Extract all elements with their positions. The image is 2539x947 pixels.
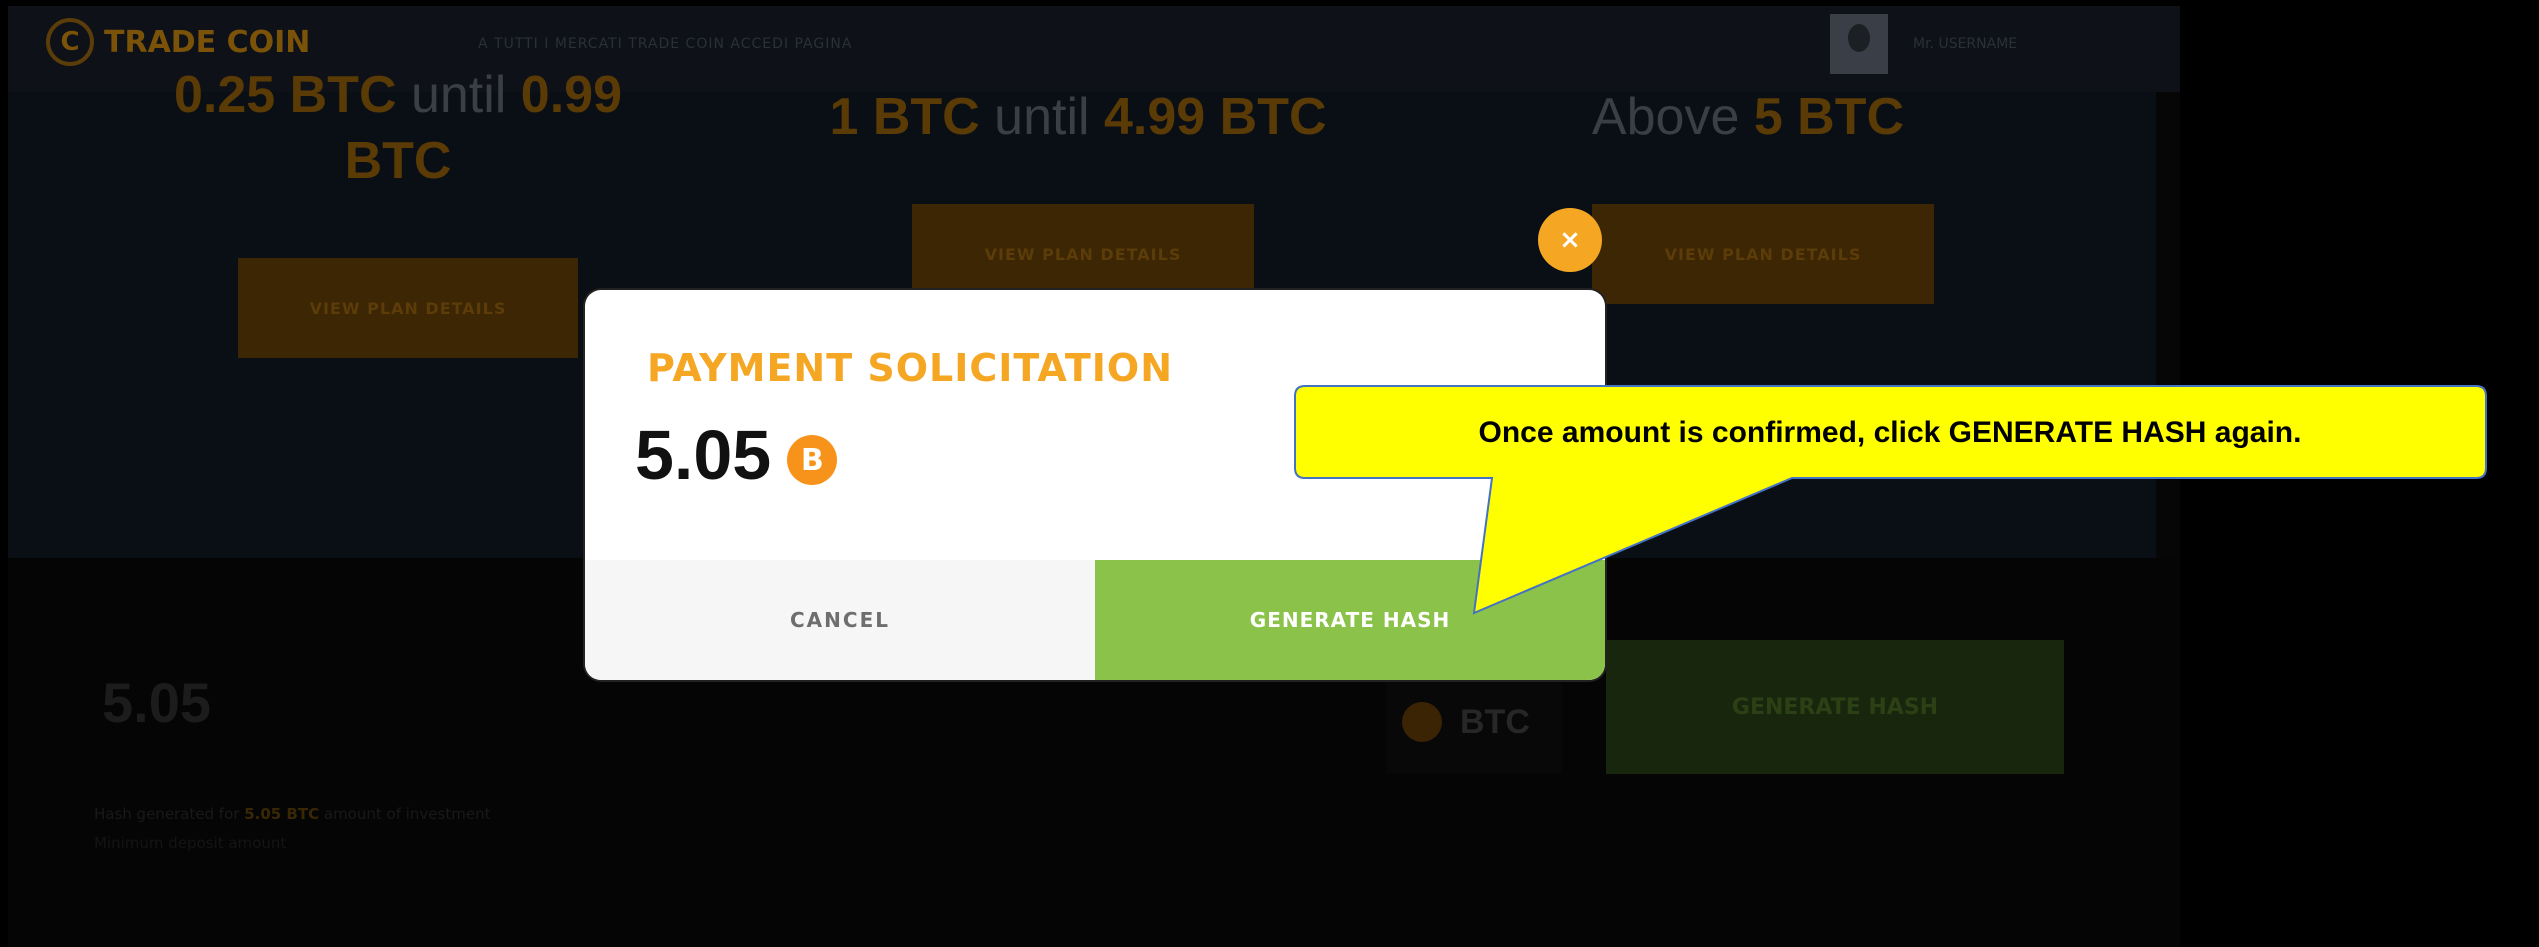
plan-1-title: 0.25 BTC until 0.99 BTC xyxy=(173,66,623,190)
amount-value[interactable]: 5.05 xyxy=(102,670,211,735)
plan-2-details-button[interactable]: VIEW PLAN DETAILS xyxy=(912,204,1254,304)
nav-links[interactable]: A TUTTI I MERCATI TRADE COIN ACCEDI PAGI… xyxy=(478,36,852,52)
bitcoin-icon: B xyxy=(787,435,838,485)
cancel-button[interactable]: CANCEL xyxy=(585,560,1095,680)
plan-3-title: Above 5 BTC xyxy=(1591,88,1905,146)
logo-icon: C xyxy=(46,18,94,66)
currency-selector[interactable]: BTC xyxy=(1386,670,1562,774)
modal-amount-value: 5.05 xyxy=(635,416,772,494)
currency-label: BTC xyxy=(1460,702,1530,741)
callout-text: Once amount is confirmed, click GENERATE… xyxy=(1478,416,2302,449)
modal-title: PAYMENT SOLICITATION xyxy=(647,346,1174,390)
close-icon[interactable]: × xyxy=(1538,208,1602,272)
generate-hash-button-background[interactable]: GENERATE HASH xyxy=(1606,640,2064,774)
plan-2-title: 1 BTC until 4.99 BTC xyxy=(829,88,1327,146)
logo[interactable]: C TRADE COIN xyxy=(46,18,310,66)
payment-modal: PAYMENT SOLICITATION 5.05 B CANCEL GENER… xyxy=(585,290,1605,680)
hash-note: Hash generated for 5.05 BTC amount of in… xyxy=(94,805,491,823)
logo-text: TRADE COIN xyxy=(104,24,311,60)
generate-hash-button[interactable]: GENERATE HASH xyxy=(1095,560,1605,680)
user-name[interactable]: Mr. USERNAME xyxy=(1913,36,2017,52)
modal-amount: 5.05 B xyxy=(635,415,838,495)
btc-icon xyxy=(1402,702,1442,742)
plan-1-details-button[interactable]: VIEW PLAN DETAILS xyxy=(238,258,578,358)
plan-3-details-button[interactable]: VIEW PLAN DETAILS xyxy=(1592,204,1934,304)
avatar[interactable] xyxy=(1830,14,1888,74)
minimum-deposit-note: Minimum deposit amount xyxy=(94,834,287,852)
